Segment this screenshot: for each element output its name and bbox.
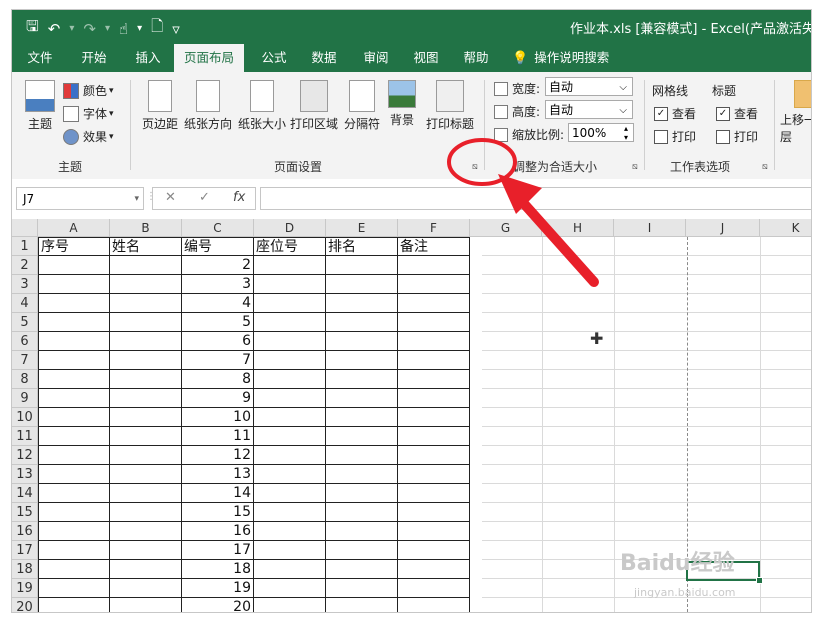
pointer-arrow-head xyxy=(498,174,542,214)
excel-window: 🖫 ↶ ▾ ↷ ▾ ☝ ▾ 🗋 ▿ 作业本.xls [兼容模式] - Excel… xyxy=(11,9,812,613)
pointer-arrow-shaft xyxy=(513,192,599,287)
annotation-overlay xyxy=(447,138,599,287)
baidu-watermark-url: jingyan.baidu.com xyxy=(634,586,736,599)
baidu-watermark: Baidu经验 xyxy=(620,551,735,576)
